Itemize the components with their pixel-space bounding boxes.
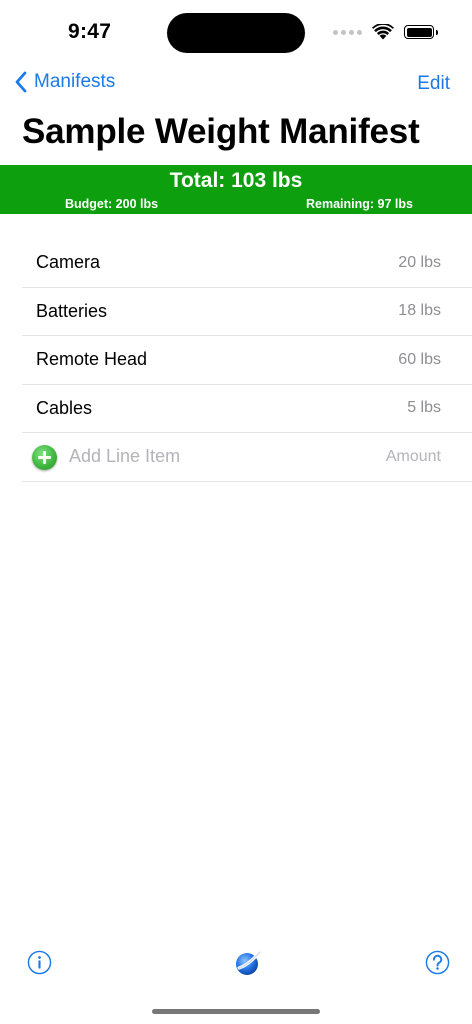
item-weight: 20 lbs <box>398 253 441 271</box>
app-logo-icon[interactable] <box>233 948 263 978</box>
item-name: Batteries <box>36 300 108 321</box>
budget-weight: Budget: 200 lbs <box>65 197 159 211</box>
status-time: 9:47 <box>68 20 112 43</box>
item-weight: 18 lbs <box>398 302 441 320</box>
edit-button[interactable]: Edit <box>417 73 450 95</box>
chevron-left-icon <box>15 71 27 93</box>
bottom-toolbar <box>0 945 472 985</box>
status-bar: 9:47 <box>0 0 472 60</box>
home-indicator <box>152 1009 320 1014</box>
dynamic-island <box>167 13 305 53</box>
amount-input[interactable]: Amount <box>386 448 441 466</box>
navigation-bar: Manifests Edit <box>0 62 472 106</box>
info-icon[interactable] <box>27 950 52 975</box>
item-name: Camera <box>36 252 101 273</box>
status-icons <box>333 22 438 42</box>
help-icon[interactable] <box>425 950 450 975</box>
battery-icon <box>404 25 438 39</box>
wifi-icon <box>372 24 394 40</box>
item-list: Camera 20 lbs Batteries 18 lbs Remote He… <box>22 239 472 482</box>
list-item[interactable]: Remote Head 60 lbs <box>22 336 472 385</box>
screen: 9:47 Manifests Edit Sample Weight Manife… <box>0 0 472 1024</box>
signal-dots-icon <box>333 29 362 35</box>
item-name: Cables <box>36 397 93 418</box>
item-name: Remote Head <box>36 349 148 370</box>
back-button[interactable]: Manifests <box>14 71 115 93</box>
remaining-weight: Remaining: 97 lbs <box>306 197 413 211</box>
item-weight: 60 lbs <box>398 350 441 368</box>
total-weight: Total: 103 lbs <box>169 169 303 192</box>
add-line-item-input[interactable]: Add Line Item <box>69 446 180 467</box>
add-line-item-row: Add Line Item Amount <box>22 433 472 482</box>
list-item[interactable]: Cables 5 lbs <box>22 385 472 433</box>
item-weight: 5 lbs <box>407 399 441 417</box>
list-item[interactable]: Batteries 18 lbs <box>22 288 472 336</box>
add-plus-icon[interactable] <box>32 445 57 470</box>
page-title: Sample Weight Manifest <box>22 112 420 151</box>
back-button-label: Manifests <box>34 71 116 92</box>
summary-bar: Total: 103 lbs Budget: 200 lbs Remaining… <box>0 165 472 214</box>
list-item[interactable]: Camera 20 lbs <box>22 239 472 288</box>
